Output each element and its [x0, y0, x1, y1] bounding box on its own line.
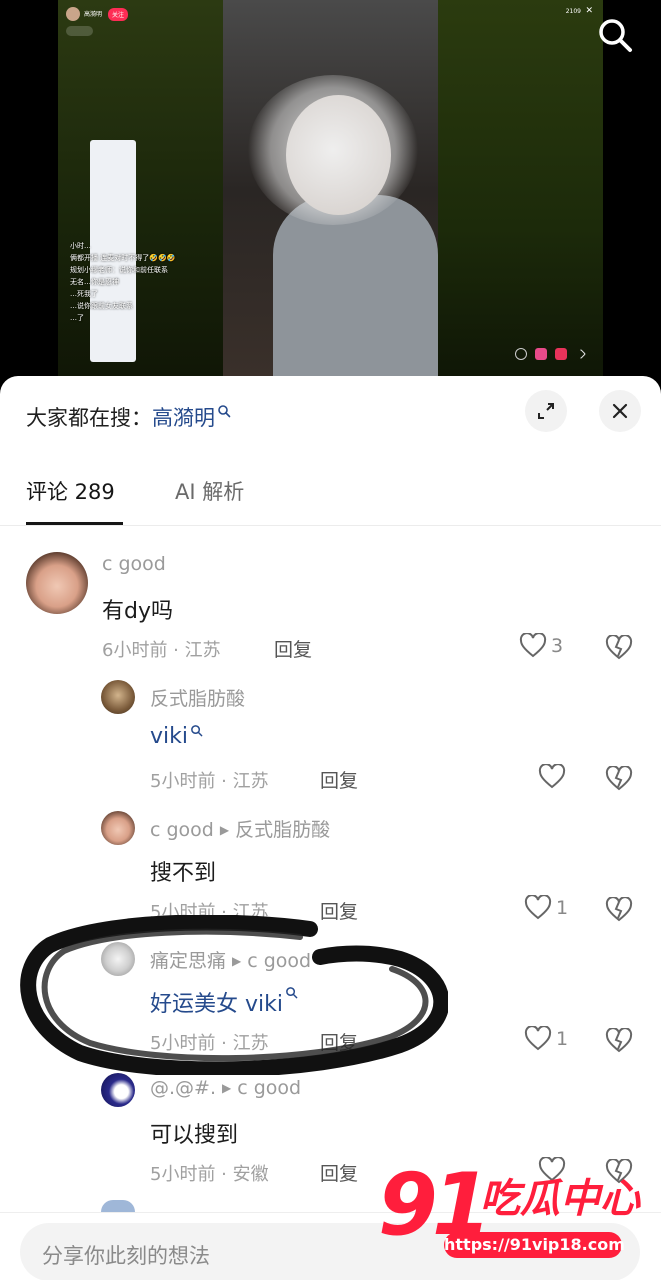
streamer-avatar[interactable] [66, 7, 80, 21]
dislike-icon[interactable] [605, 766, 633, 792]
comment-author[interactable]: @.@#. ▶ c good [150, 1077, 301, 1099]
heart-badge-icon[interactable] [555, 348, 567, 360]
avatar[interactable] [26, 552, 88, 614]
dislike-icon[interactable] [605, 897, 633, 923]
watermark-url: https://91vip18.com [444, 1232, 625, 1258]
reply-target: c good [247, 950, 312, 972]
hot-search-keyword[interactable]: 高漪明 [152, 406, 215, 430]
reply-button[interactable]: 回复 [320, 897, 358, 924]
search-icon [191, 725, 203, 737]
watermark-brand: 吃瓜中心 [480, 1176, 640, 1222]
search-icon [218, 405, 231, 418]
dislike-icon[interactable] [605, 635, 633, 661]
tab-ai-analysis[interactable]: AI 解析 [175, 476, 244, 506]
live-action-icons [515, 348, 587, 360]
heart-icon [519, 633, 547, 658]
close-icon [612, 403, 628, 419]
chat-line: 规划小缪老师：说你和前任联系 [70, 266, 168, 274]
reply-button[interactable]: 回复 [320, 766, 358, 793]
tab-comments[interactable]: 评论 289 [26, 476, 115, 506]
live-video[interactable]: 高漪明 关注 2109 ✕ 小时… 俩都开播 连麦对时不得了🤣🤣🤣 规划小缪老师… [0, 0, 661, 392]
comments-sheet: 大家都在搜：高漪明 评论 289 AI 解析 [0, 376, 661, 1280]
reply-arrow-icon: ▶ [219, 823, 230, 837]
like-count: 3 [551, 635, 564, 657]
comment-meta: 6小时前 · 江苏 [102, 640, 221, 661]
like-button[interactable]: 1 [524, 1026, 568, 1052]
avatar[interactable] [101, 1200, 135, 1212]
expand-icon [538, 403, 554, 419]
chat-line: 无名…你是忍神 [70, 278, 119, 286]
chat-line: 小时… [70, 242, 91, 250]
reply-author: @.@#. [150, 1077, 216, 1099]
comment-meta: 5小时前 · 江苏 [150, 902, 269, 923]
reply-author: c good [150, 819, 214, 841]
avatar[interactable] [101, 942, 135, 976]
viewer-count: 2109 [565, 8, 581, 15]
comment-tabs: 评论 289 AI 解析 [0, 468, 661, 526]
streamer-body [273, 195, 438, 380]
reply-button[interactable]: 回复 [320, 1028, 358, 1055]
close-button[interactable] [599, 390, 641, 432]
comment-text: 好运美女 viki [150, 992, 283, 1017]
dislike-icon[interactable] [605, 1028, 633, 1054]
smoke-cloud [248, 75, 418, 225]
chat-line: 俩都开播 连麦对时不得了🤣🤣🤣 [70, 254, 176, 262]
video-background-right [438, 0, 603, 380]
comment-text: 有dy吗 [102, 599, 173, 624]
reply-target: 反式脂肪酸 [235, 819, 331, 841]
active-tab-indicator [26, 522, 123, 525]
comment-author[interactable]: 反式脂肪酸 [150, 684, 245, 711]
streamer-name: 高漪明 [84, 10, 103, 18]
gift-icon[interactable] [535, 348, 547, 360]
reply-target: c good [237, 1077, 302, 1099]
like-button[interactable]: 3 [519, 633, 563, 659]
filter-icon[interactable] [515, 348, 527, 360]
comment-text: 搜不到 [150, 861, 217, 886]
like-button[interactable] [538, 764, 570, 790]
live-chat: 小时… 俩都开播 连麦对时不得了🤣🤣🤣 规划小缪老师：说你和前任联系 无名…你是… [70, 240, 290, 324]
follow-button[interactable]: 关注 [108, 7, 129, 21]
comment-meta: 5小时前 · 江苏 [150, 771, 269, 792]
comment-author[interactable]: c good ▶ 反式脂肪酸 [150, 815, 330, 842]
comment-text-link[interactable]: 好运美女 viki [150, 986, 298, 1018]
reply-button[interactable]: 回复 [320, 1159, 358, 1186]
avatar[interactable] [101, 680, 135, 714]
search-icon [286, 987, 298, 999]
chat-line: …说你跟前女友联系 [70, 302, 133, 310]
hot-search-prefix: 大家都在搜： [26, 406, 152, 430]
avatar[interactable] [101, 1073, 135, 1107]
comment-text-link[interactable]: viki [150, 724, 203, 749]
reply-arrow-icon: ▶ [222, 1081, 232, 1095]
chat-line: …了 [70, 314, 84, 322]
like-count: 1 [556, 897, 569, 919]
heart-icon [524, 1026, 552, 1051]
avatar[interactable] [101, 811, 135, 845]
like-button[interactable]: 1 [524, 895, 568, 921]
comment-text: 可以搜到 [150, 1123, 239, 1148]
expand-button[interactable] [525, 390, 567, 432]
comment-author[interactable]: c good [102, 553, 166, 575]
search-icon[interactable] [596, 16, 634, 54]
reply-arrow-icon: ▶ [232, 954, 242, 968]
comment-author[interactable]: 痛定思痛 ▶ c good [150, 946, 311, 973]
sheet-header: 大家都在搜：高漪明 [0, 376, 661, 446]
comment-text: viki [150, 724, 188, 749]
reply-button[interactable]: 回复 [274, 635, 312, 662]
comment-input-placeholder: 分享你此刻的想法 [42, 1244, 210, 1268]
site-watermark: 91 吃瓜中心 https://91vip18.com [378, 1160, 658, 1270]
heart-icon [524, 895, 552, 920]
share-icon[interactable] [575, 348, 587, 360]
chat-line: …死我了 [70, 290, 98, 298]
comment-meta: 5小时前 · 江苏 [150, 1033, 269, 1054]
live-rank-badge[interactable] [66, 26, 94, 36]
live-streamer-bar[interactable]: 高漪明 关注 [66, 5, 129, 23]
hot-search[interactable]: 大家都在搜：高漪明 [26, 402, 231, 432]
reply-author: 痛定思痛 [150, 950, 227, 972]
live-close-icon[interactable]: ✕ [585, 6, 593, 16]
like-count: 1 [556, 1028, 569, 1050]
heart-icon [538, 764, 566, 789]
comment-meta: 5小时前 · 安徽 [150, 1164, 269, 1185]
